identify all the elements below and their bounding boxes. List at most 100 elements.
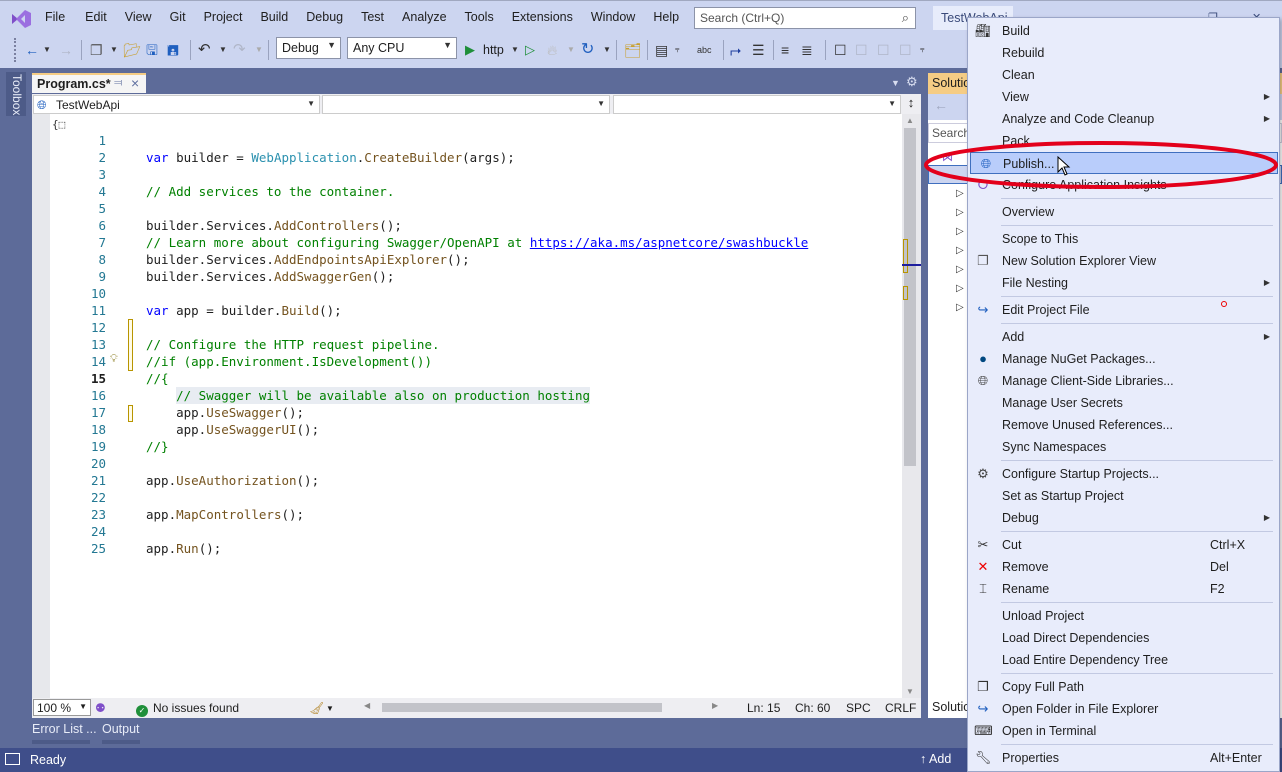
visual-studio-logo-icon[interactable] bbox=[10, 9, 32, 29]
code-editor[interactable]: {⬚ 💡︎ 1 var builder = WebApplication.Cre… bbox=[32, 114, 902, 698]
menu-git[interactable]: Git bbox=[170, 10, 186, 24]
menu-item-debug[interactable]: Debug ▶ bbox=[968, 507, 1279, 529]
bookmark-icon[interactable]: ☐ bbox=[834, 39, 847, 61]
menu-view[interactable]: View bbox=[125, 10, 152, 24]
menu-project[interactable]: Project bbox=[204, 10, 243, 24]
menu-item-cut[interactable]: ✂ Cut Ctrl+X bbox=[968, 534, 1279, 556]
start-debugging-icon[interactable]: ▶ bbox=[465, 39, 475, 61]
menu-item-properties[interactable]: 🔧︎ Properties Alt+Enter bbox=[968, 747, 1279, 769]
undo-icon[interactable]: ↶ bbox=[198, 39, 211, 61]
line-ending-indicator[interactable]: CRLF bbox=[885, 701, 916, 715]
scroll-left-icon[interactable]: ◀ bbox=[364, 701, 370, 710]
new-project-icon[interactable]: ❐ bbox=[90, 39, 103, 61]
menu-item-view[interactable]: View ▶ bbox=[968, 86, 1279, 108]
notifications-icon[interactable] bbox=[5, 753, 20, 765]
toolbox-tab[interactable]: Toolbox bbox=[10, 74, 24, 115]
menu-item-rename[interactable]: ⌶ Rename F2 bbox=[968, 578, 1279, 600]
tab-output[interactable]: Output bbox=[102, 722, 140, 736]
browser-link-icon[interactable]: ▤ bbox=[655, 39, 668, 61]
menu-analyze[interactable]: Analyze bbox=[402, 10, 446, 24]
save-all-icon[interactable]: 🖪︎ bbox=[167, 39, 179, 61]
menu-item-configure-startup[interactable]: ⚙ Configure Startup Projects... bbox=[968, 463, 1279, 485]
select-element-icon[interactable]: ⮣ bbox=[730, 39, 741, 61]
menu-extensions[interactable]: Extensions bbox=[512, 10, 573, 24]
tab-program-cs[interactable]: Program.cs* ⫤ × bbox=[32, 73, 146, 93]
hot-reload-icon[interactable]: 🔥︎ bbox=[547, 39, 557, 61]
add-to-source-control[interactable]: ↑ Add bbox=[920, 752, 951, 766]
menu-item-sync-namespaces[interactable]: Sync Namespaces bbox=[968, 436, 1279, 458]
menu-item-load-dependency-tree[interactable]: Load Entire Dependency Tree bbox=[968, 649, 1279, 671]
expand-arrow-icon[interactable]: ▷ bbox=[956, 226, 964, 237]
intellicode-icon[interactable]: ⚉ bbox=[95, 701, 106, 715]
tab-list-dropdown-icon[interactable]: ▼ bbox=[891, 78, 900, 88]
type-dropdown[interactable]: ▼ bbox=[322, 95, 610, 114]
menu-item-set-startup[interactable]: Set as Startup Project bbox=[968, 485, 1279, 507]
whitespace-indicator[interactable]: SPC bbox=[846, 701, 871, 715]
menu-edit[interactable]: Edit bbox=[85, 10, 107, 24]
menu-tools[interactable]: Tools bbox=[465, 10, 494, 24]
menu-item-analyze-cleanup[interactable]: Analyze and Code Cleanup ▶ bbox=[968, 108, 1279, 130]
pin-icon[interactable]: ⫤ bbox=[114, 77, 122, 90]
clear-bookmarks-icon[interactable]: ☐ bbox=[899, 39, 912, 61]
redo-icon[interactable]: ↷ bbox=[233, 39, 246, 61]
scroll-right-icon[interactable]: ▶ bbox=[712, 701, 718, 710]
back-icon[interactable]: ← bbox=[934, 97, 948, 113]
close-tab-icon[interactable]: × bbox=[131, 75, 139, 91]
member-dropdown[interactable]: ▼ bbox=[613, 95, 901, 114]
expand-arrow-icon[interactable]: ▷ bbox=[956, 283, 964, 294]
find-in-files-icon[interactable]: 🗂︎ bbox=[624, 39, 642, 61]
menu-item-remove[interactable]: ✕ Remove Del bbox=[968, 556, 1279, 578]
start-without-debugging-icon[interactable]: ▷ bbox=[525, 39, 535, 61]
run-target-label[interactable]: http bbox=[483, 39, 504, 61]
menu-item-clean[interactable]: Clean bbox=[968, 64, 1279, 86]
menu-item-scope-to-this[interactable]: Scope to This bbox=[968, 228, 1279, 250]
menu-item-manage-user-secrets[interactable]: Manage User Secrets bbox=[968, 392, 1279, 414]
scrollbar-thumb[interactable] bbox=[382, 703, 662, 712]
tree-icon[interactable]: ☰ bbox=[752, 39, 765, 61]
hot-reload-dropdown-icon[interactable]: ▼ bbox=[567, 39, 575, 61]
save-icon[interactable]: 🖫︎ bbox=[146, 39, 158, 61]
comment-lines-icon[interactable]: ≡ bbox=[781, 39, 789, 61]
menu-build[interactable]: Build bbox=[260, 10, 288, 24]
menu-item-open-terminal[interactable]: ⌨ Open in Terminal bbox=[968, 720, 1279, 742]
expand-arrow-icon[interactable]: ▷ bbox=[956, 245, 964, 256]
menu-item-unload-project[interactable]: Unload Project bbox=[968, 605, 1279, 627]
zoom-dropdown[interactable]: 100 % ▼ bbox=[33, 699, 91, 716]
menu-debug[interactable]: Debug bbox=[306, 10, 343, 24]
menu-item-add[interactable]: Add ▶ bbox=[968, 326, 1279, 348]
new-project-dropdown-icon[interactable]: ▼ bbox=[110, 39, 118, 61]
redo-dropdown-icon[interactable]: ▼ bbox=[255, 39, 263, 61]
menu-item-manage-nuget[interactable]: ● Manage NuGet Packages... bbox=[968, 348, 1279, 370]
uncomment-lines-icon[interactable]: ≣ bbox=[801, 39, 813, 61]
menu-item-publish[interactable]: 🌐︎ Publish... bbox=[970, 152, 1278, 174]
editor-vertical-scrollbar[interactable]: ▲ ▼ bbox=[902, 114, 921, 698]
expand-arrow-icon[interactable]: ▷ bbox=[956, 264, 964, 275]
menu-file[interactable]: File bbox=[45, 10, 65, 24]
menu-item-overview[interactable]: Overview bbox=[968, 201, 1279, 223]
tab-error-list[interactable]: Error List ... bbox=[32, 722, 97, 736]
refresh-icon[interactable]: ↻ bbox=[581, 39, 594, 61]
refresh-dropdown-icon[interactable]: ▼ bbox=[603, 39, 611, 61]
project-dropdown[interactable]: 🌐︎ TestWebApi ▼ bbox=[33, 95, 320, 114]
menu-item-manage-client-libs[interactable]: 🌐︎ Manage Client-Side Libraries... bbox=[968, 370, 1279, 392]
toolbar-overflow-icon[interactable]: ⫧ bbox=[675, 39, 680, 61]
menu-help[interactable]: Help bbox=[653, 10, 679, 24]
issues-indicator[interactable]: ✓ No issues found bbox=[136, 701, 239, 717]
menu-test[interactable]: Test bbox=[361, 10, 384, 24]
menu-item-rebuild[interactable]: Rebuild bbox=[968, 42, 1279, 64]
menu-item-copy-full-path[interactable]: ❐ Copy Full Path bbox=[968, 676, 1279, 698]
open-folder-icon[interactable]: 📂︎ bbox=[123, 39, 141, 61]
expand-arrow-icon[interactable]: ▷ bbox=[956, 302, 964, 313]
line-indicator[interactable]: Ln: 15 bbox=[747, 701, 780, 715]
gear-icon[interactable]: ⚙ bbox=[906, 74, 918, 90]
toolbar-grip[interactable] bbox=[14, 38, 17, 62]
spell-check-icon[interactable]: abc bbox=[697, 39, 712, 61]
scroll-down-icon[interactable]: ▼ bbox=[906, 687, 914, 696]
toolbar-overflow-icon[interactable]: ⫧ bbox=[920, 39, 925, 61]
menu-item-remove-unused-references[interactable]: Remove Unused References... bbox=[968, 414, 1279, 436]
menu-item-open-folder[interactable]: ↪ Open Folder in File Explorer bbox=[968, 698, 1279, 720]
editor-horizontal-scrollbar[interactable]: ◀ ▶ bbox=[364, 701, 722, 713]
menu-item-new-solution-view[interactable]: ❐ New Solution Explorer View bbox=[968, 250, 1279, 272]
split-window-icon[interactable]: ↕ bbox=[903, 95, 919, 113]
menu-item-pack[interactable]: Pack bbox=[968, 130, 1279, 152]
